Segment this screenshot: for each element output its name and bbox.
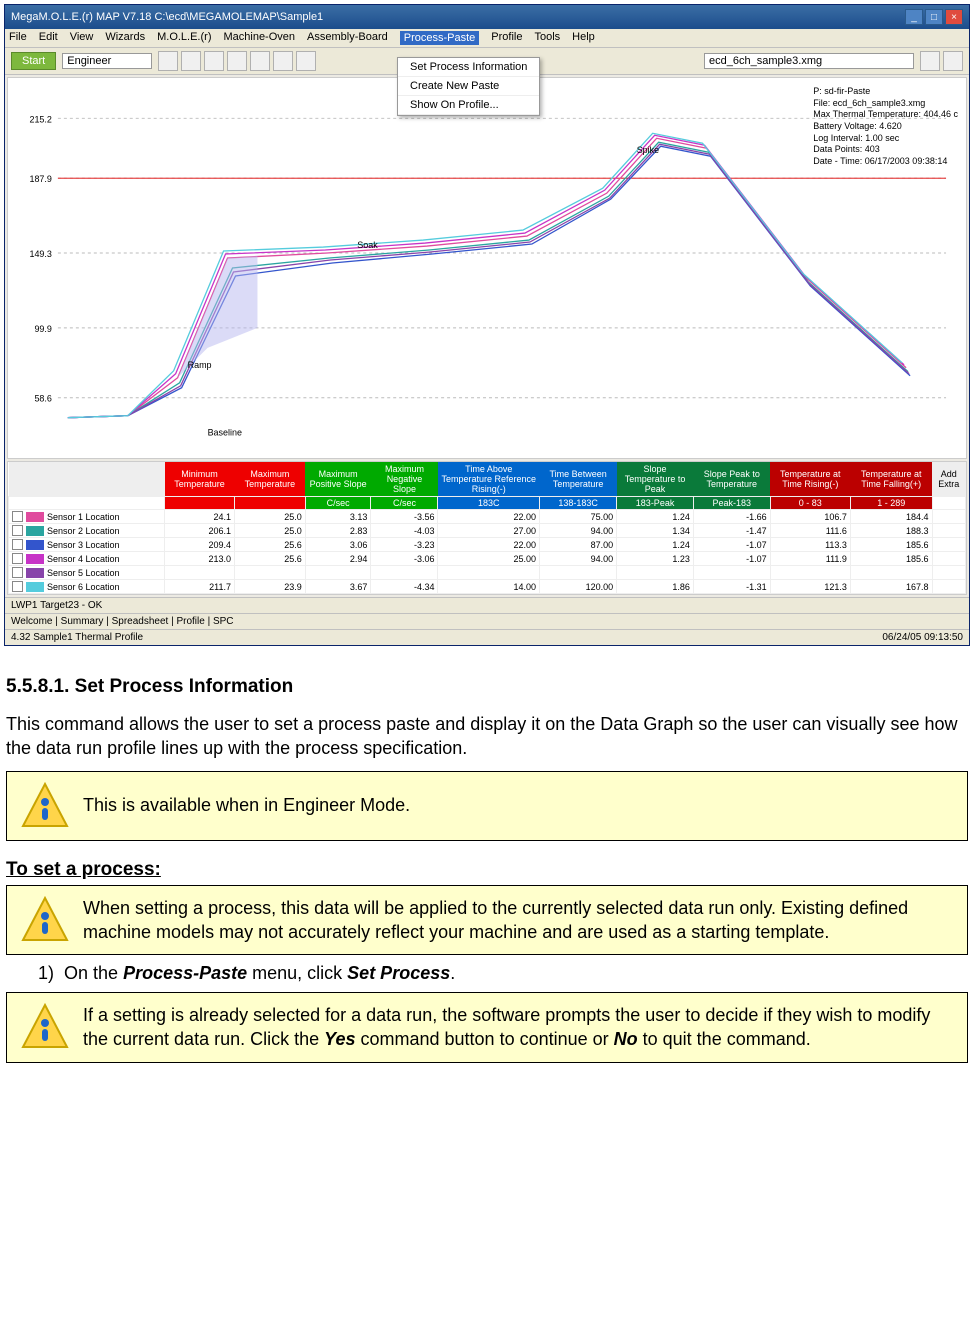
nav-down-icon[interactable] [943, 51, 963, 71]
table-row: Sensor 5 Location [9, 566, 966, 580]
subsection-heading: To set a process: [6, 859, 968, 881]
dropdown-show-on-profile[interactable]: Show On Profile... [398, 96, 539, 115]
section-intro: This command allows the user to set a pr… [6, 712, 968, 761]
menu-machine[interactable]: Machine-Oven [223, 31, 295, 45]
svg-text:58.6: 58.6 [34, 394, 51, 404]
toolbar-icons [158, 51, 316, 71]
svg-text:215.2: 215.2 [29, 114, 51, 124]
tool-icon[interactable] [227, 51, 247, 71]
table-row: Sensor 6 Location211.723.93.67-4.3414.00… [9, 580, 966, 594]
menu-edit[interactable]: Edit [39, 31, 58, 45]
table-row: Sensor 2 Location206.125.02.83-4.0327.00… [9, 524, 966, 538]
note-engineer-mode: This is available when in Engineer Mode. [6, 771, 968, 841]
row-checkbox[interactable] [12, 553, 23, 564]
svg-text:Ramp: Ramp [188, 360, 212, 370]
menu-tools[interactable]: Tools [534, 31, 560, 45]
row-checkbox[interactable] [12, 581, 23, 592]
svg-text:99.9: 99.9 [34, 324, 51, 334]
tool-icon[interactable] [273, 51, 293, 71]
lower-tabs[interactable]: LWP1 Target23 - OK [5, 597, 969, 613]
tool-icon[interactable] [296, 51, 316, 71]
file-select[interactable]: ecd_6ch_sample3.xmg [704, 53, 914, 69]
section-heading: 5.5.8.1. Set Process Information [6, 676, 968, 698]
menu-file[interactable]: File [9, 31, 27, 45]
svg-text:Soak: Soak [357, 240, 378, 250]
doc-section: 5.5.8.1. Set Process Information This co… [0, 650, 974, 1075]
close-button[interactable]: × [945, 9, 963, 25]
chart-area: P: sd-fir-Paste File: ecd_6ch_sample3.xm… [7, 77, 967, 459]
info-icon [21, 782, 69, 830]
status-right: 06/24/05 09:13:50 [882, 632, 963, 643]
menu-mole[interactable]: M.O.L.E.(r) [157, 31, 211, 45]
nav-up-icon[interactable] [920, 51, 940, 71]
maximize-button[interactable]: □ [925, 9, 943, 25]
note-text: This is available when in Engineer Mode. [83, 793, 410, 817]
note-text: When setting a process, this data will b… [83, 896, 953, 945]
tool-icon[interactable] [158, 51, 178, 71]
menubar: File Edit View Wizards M.O.L.E.(r) Machi… [5, 29, 969, 48]
data-table: Minimum TemperatureMaximum Temperature M… [7, 461, 967, 595]
info-icon [21, 1003, 69, 1051]
row-checkbox[interactable] [12, 525, 23, 536]
start-button[interactable]: Start [11, 52, 56, 70]
menu-wizards[interactable]: Wizards [105, 31, 145, 45]
table-header-row: Minimum TemperatureMaximum Temperature M… [9, 462, 966, 497]
app-window: MegaM.O.L.E.(r) MAP V7.18 C:\ecd\MEGAMOL… [4, 4, 970, 646]
menu-assembly[interactable]: Assembly-Board [307, 31, 388, 45]
row-checkbox[interactable] [12, 511, 23, 522]
step-1: 1) On the Process-Paste menu, click Set … [38, 963, 968, 984]
status-bar: 4.32 Sample1 Thermal Profile 06/24/05 09… [5, 629, 969, 645]
status-left: 4.32 Sample1 Thermal Profile [11, 632, 143, 643]
menu-profile[interactable]: Profile [491, 31, 522, 45]
table-row: Sensor 1 Location24.125.03.13-3.5622.007… [9, 510, 966, 524]
menu-help[interactable]: Help [572, 31, 595, 45]
svg-text:Spike: Spike [637, 145, 659, 155]
tool-icon[interactable] [204, 51, 224, 71]
add-extra-button[interactable]: Add Extra [932, 462, 966, 497]
dropdown-create-paste[interactable]: Create New Paste [398, 77, 539, 96]
svg-text:187.9: 187.9 [29, 174, 51, 184]
minimize-button[interactable]: _ [905, 9, 923, 25]
bottom-tabs[interactable]: Welcome | Summary | Spreadsheet | Profil… [5, 613, 969, 629]
row-checkbox[interactable] [12, 539, 23, 550]
tool-icon[interactable] [250, 51, 270, 71]
svg-text:149.3: 149.3 [29, 249, 51, 259]
table-row: Sensor 4 Location213.025.62.94-3.0625.00… [9, 552, 966, 566]
chart-info-box: P: sd-fir-Paste File: ecd_6ch_sample3.xm… [813, 86, 958, 168]
note-text: If a setting is already selected for a d… [83, 1003, 953, 1052]
dropdown-set-process[interactable]: Set Process Information [398, 58, 539, 77]
window-title: MegaM.O.L.E.(r) MAP V7.18 C:\ecd\MEGAMOL… [11, 11, 323, 23]
mode-select[interactable]: Engineer [62, 53, 152, 69]
titlebar: MegaM.O.L.E.(r) MAP V7.18 C:\ecd\MEGAMOL… [5, 5, 969, 29]
note-apply-warning: When setting a process, this data will b… [6, 885, 968, 956]
svg-text:Baseline: Baseline [208, 428, 242, 438]
menu-process-paste[interactable]: Process-Paste [400, 31, 480, 45]
info-icon [21, 896, 69, 944]
table-row: Sensor 3 Location209.425.63.06-3.2322.00… [9, 538, 966, 552]
row-checkbox[interactable] [12, 567, 23, 578]
note-modify-prompt: If a setting is already selected for a d… [6, 992, 968, 1063]
tool-icon[interactable] [181, 51, 201, 71]
menu-view[interactable]: View [70, 31, 94, 45]
process-paste-dropdown: Set Process Information Create New Paste… [397, 57, 540, 116]
